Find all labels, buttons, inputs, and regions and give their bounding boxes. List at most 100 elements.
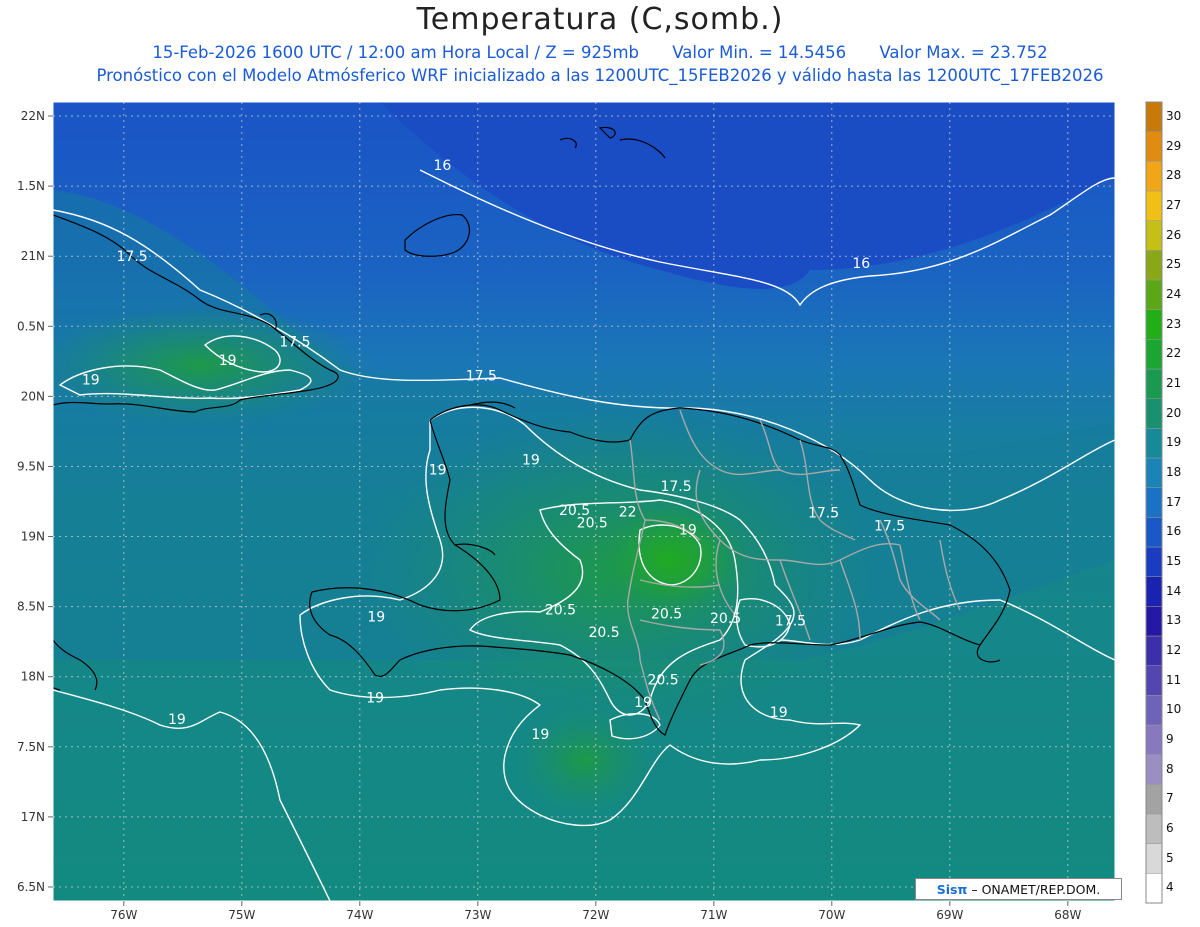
colorbar-label: 19 xyxy=(1166,435,1182,450)
colorbar-label: 10 xyxy=(1166,702,1182,717)
lon-tick-label: 70W xyxy=(818,908,845,922)
colorbar-label: 12 xyxy=(1166,642,1182,657)
contour-label: 19 xyxy=(366,691,384,707)
colorbar-label: 18 xyxy=(1166,464,1182,479)
colorbar-cell xyxy=(1145,339,1163,370)
colorbar-cell xyxy=(1145,546,1163,577)
colorbar-cell xyxy=(1145,843,1163,874)
colorbar-label: 27 xyxy=(1166,197,1182,212)
lat-tick-label: 22N xyxy=(21,109,45,123)
colorbar-label: 11 xyxy=(1166,672,1182,687)
contour-label: 19 xyxy=(679,523,697,539)
lat-tick-label: 6.5N xyxy=(17,880,45,894)
colorbar-label: 17 xyxy=(1166,494,1182,509)
contour-label: 17.5 xyxy=(279,335,310,351)
logo-text: – ONAMET/REP.DOM. xyxy=(971,882,1101,897)
lat-axis: 22N 1.5N 21N 0.5N 20N 9.5N 19N 8.5N 18N 7.5N 17N 6.… xyxy=(17,109,53,894)
contour-label: 20.5 xyxy=(710,611,741,627)
lon-tick-label: 75W xyxy=(228,908,255,922)
lat-tick-label: 1.5N xyxy=(17,179,45,193)
lat-tick-label: 19N xyxy=(21,530,45,544)
colorbar-cell xyxy=(1145,665,1163,696)
colorbar-cell xyxy=(1145,784,1163,815)
colorbar-label: 15 xyxy=(1166,553,1182,568)
lat-tick-label: 20N xyxy=(21,389,45,403)
lon-tick-label: 76W xyxy=(110,908,137,922)
lon-tick-label: 69W xyxy=(936,908,963,922)
colorbar-cell xyxy=(1145,190,1163,221)
colorbar-cell xyxy=(1145,487,1163,518)
lat-tick-label: 21N xyxy=(21,249,45,263)
contour-label: 17.5 xyxy=(775,614,806,630)
colorbar-cell xyxy=(1145,517,1163,548)
warm-zone-cuba xyxy=(53,305,370,425)
colorbar-label: 8 xyxy=(1166,761,1174,776)
colorbar-label: 22 xyxy=(1166,346,1182,361)
colorbar-cell xyxy=(1145,220,1163,251)
warm-zone-south xyxy=(515,705,655,815)
colorbar-cell xyxy=(1145,724,1163,755)
colorbar-cell xyxy=(1145,813,1163,844)
colorbar-label: 24 xyxy=(1166,286,1182,301)
colorbar-cell xyxy=(1145,873,1163,904)
contour-label: 17.5 xyxy=(808,506,839,522)
logo-brand: Sisπ xyxy=(936,882,968,897)
contour-label: 17.5 xyxy=(116,249,147,265)
lon-tick-label: 74W xyxy=(346,908,373,922)
colorbar-label: 21 xyxy=(1166,375,1182,390)
contour-label: 19 xyxy=(531,727,549,743)
contour-label: 16 xyxy=(433,158,451,174)
colorbar-cell xyxy=(1145,754,1163,785)
lat-tick-label: 8.5N xyxy=(17,600,45,614)
colorbar-cell xyxy=(1145,161,1163,192)
colorbar-label: 26 xyxy=(1166,227,1182,242)
lon-tick-label: 68W xyxy=(1054,908,1081,922)
contour-label: 20.5 xyxy=(588,625,619,641)
colorbar-cell xyxy=(1145,101,1163,132)
colorbar-label: 30 xyxy=(1166,108,1182,123)
colorbar-cell xyxy=(1145,131,1163,162)
lat-tick-label: 7.5N xyxy=(17,740,45,754)
contour-label: 19 xyxy=(770,705,788,721)
colorbar-label: 16 xyxy=(1166,524,1182,539)
contour-label: 19 xyxy=(634,695,652,711)
colorbar-label: 14 xyxy=(1166,583,1182,598)
colorbar-cell xyxy=(1145,606,1163,637)
lat-tick-label: 9.5N xyxy=(17,459,45,473)
colorbar-cell xyxy=(1145,368,1163,399)
colorbar-cell xyxy=(1145,695,1163,726)
colorbar-cell xyxy=(1145,457,1163,488)
colorbar-label: 28 xyxy=(1166,168,1182,183)
contour-label: 19 xyxy=(82,373,100,389)
lon-tick-label: 73W xyxy=(464,908,491,922)
lon-tick-label: 71W xyxy=(700,908,727,922)
colorbar-cell xyxy=(1145,279,1163,310)
colorbar-cell xyxy=(1145,635,1163,666)
contour-label: 22 xyxy=(619,504,637,520)
contour-label: 20.5 xyxy=(651,607,682,623)
colorbar-cell xyxy=(1145,428,1163,459)
colorbar-label: 9 xyxy=(1166,731,1174,746)
contour-label: 20.5 xyxy=(577,516,608,532)
lon-tick-label: 72W xyxy=(582,908,609,922)
onamet-logo: Sisπ – ONAMET/REP.DOM. xyxy=(915,878,1122,900)
temperature-map: 22N 1.5N 21N 0.5N 20N 9.5N 19N 8.5N 18N 7.5N 17N 6.… xyxy=(17,101,1163,922)
lon-axis: 76W 75W 74W 73W 72W 71W 70W 69W 68W xyxy=(110,901,1081,922)
contour-label: 20.5 xyxy=(545,602,576,618)
colorbar-label: 20 xyxy=(1166,405,1182,420)
lat-tick-label: 0.5N xyxy=(17,319,45,333)
colorbar-label: 5 xyxy=(1166,850,1174,865)
contour-label: 19 xyxy=(429,462,447,478)
contour-label: 20.5 xyxy=(647,673,678,689)
colorbar-cell xyxy=(1145,250,1163,281)
colorbar-label: 6 xyxy=(1166,820,1174,835)
colorbar-cell xyxy=(1145,309,1163,340)
colorbar-label: 4 xyxy=(1166,880,1174,895)
colorbar-cell xyxy=(1145,576,1163,607)
colorbar-label: 7 xyxy=(1166,791,1174,806)
contour-label: 17.5 xyxy=(466,368,497,384)
contour-label: 19 xyxy=(219,353,237,369)
colorbar-label: 23 xyxy=(1166,316,1182,331)
colorbar-cell xyxy=(1145,398,1163,429)
contour-label: 17.5 xyxy=(660,479,691,495)
